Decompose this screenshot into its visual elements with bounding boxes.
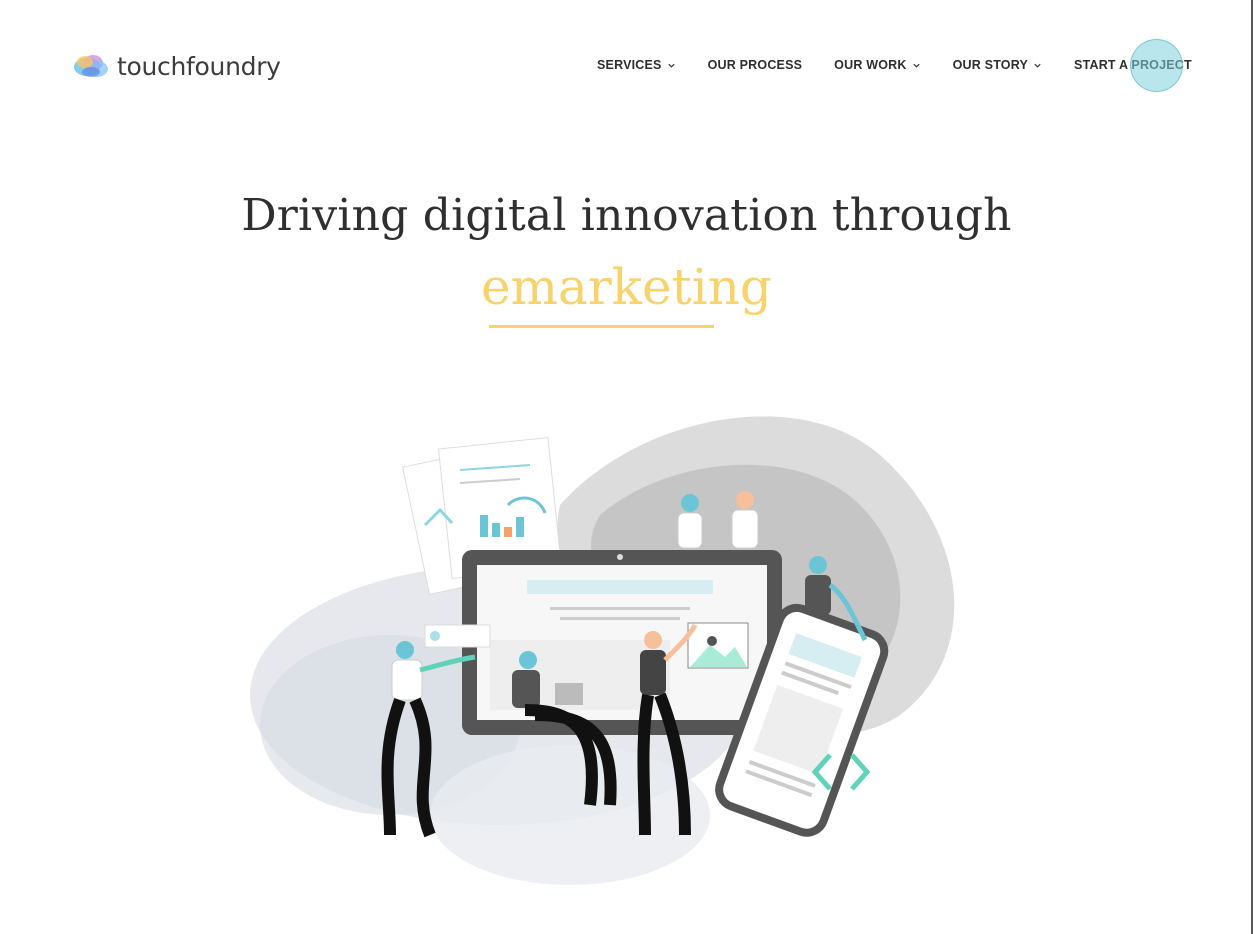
hero-rotating-word: emarketing xyxy=(481,258,772,316)
nav-item-our-story[interactable]: OUR STORY xyxy=(953,58,1042,72)
chevron-down-icon xyxy=(1034,63,1041,68)
image-card xyxy=(687,622,749,669)
nav-item-our-process[interactable]: OUR PROCESS xyxy=(708,58,803,72)
hero-illustration xyxy=(240,395,980,915)
nav-item-label: SERVICES xyxy=(597,58,662,72)
nav-item-label: OUR WORK xyxy=(834,58,907,72)
hero-word-underline xyxy=(489,325,714,328)
main-nav: SERVICES OUR PROCESS OUR WORK OUR STORY … xyxy=(597,58,1192,72)
logo-wordmark: touchfoundry xyxy=(117,51,281,81)
hero-headline: Driving digital innovation through xyxy=(241,190,1012,241)
nav-item-label: OUR PROCESS xyxy=(707,58,803,72)
chevron-down-icon xyxy=(912,63,920,68)
site-logo[interactable]: touchfoundry xyxy=(73,50,281,82)
nav-item-services[interactable]: SERVICES xyxy=(597,58,676,72)
cursor-highlight xyxy=(1130,39,1183,92)
nav-item-our-work[interactable]: OUR WORK xyxy=(834,58,920,72)
nav-item-label: OUR STORY xyxy=(952,58,1029,72)
chevron-down-icon xyxy=(667,63,675,68)
touchfoundry-logo-icon xyxy=(73,50,111,82)
site-header: touchfoundry SERVICES OUR PROCESS OUR WO… xyxy=(0,0,1253,130)
